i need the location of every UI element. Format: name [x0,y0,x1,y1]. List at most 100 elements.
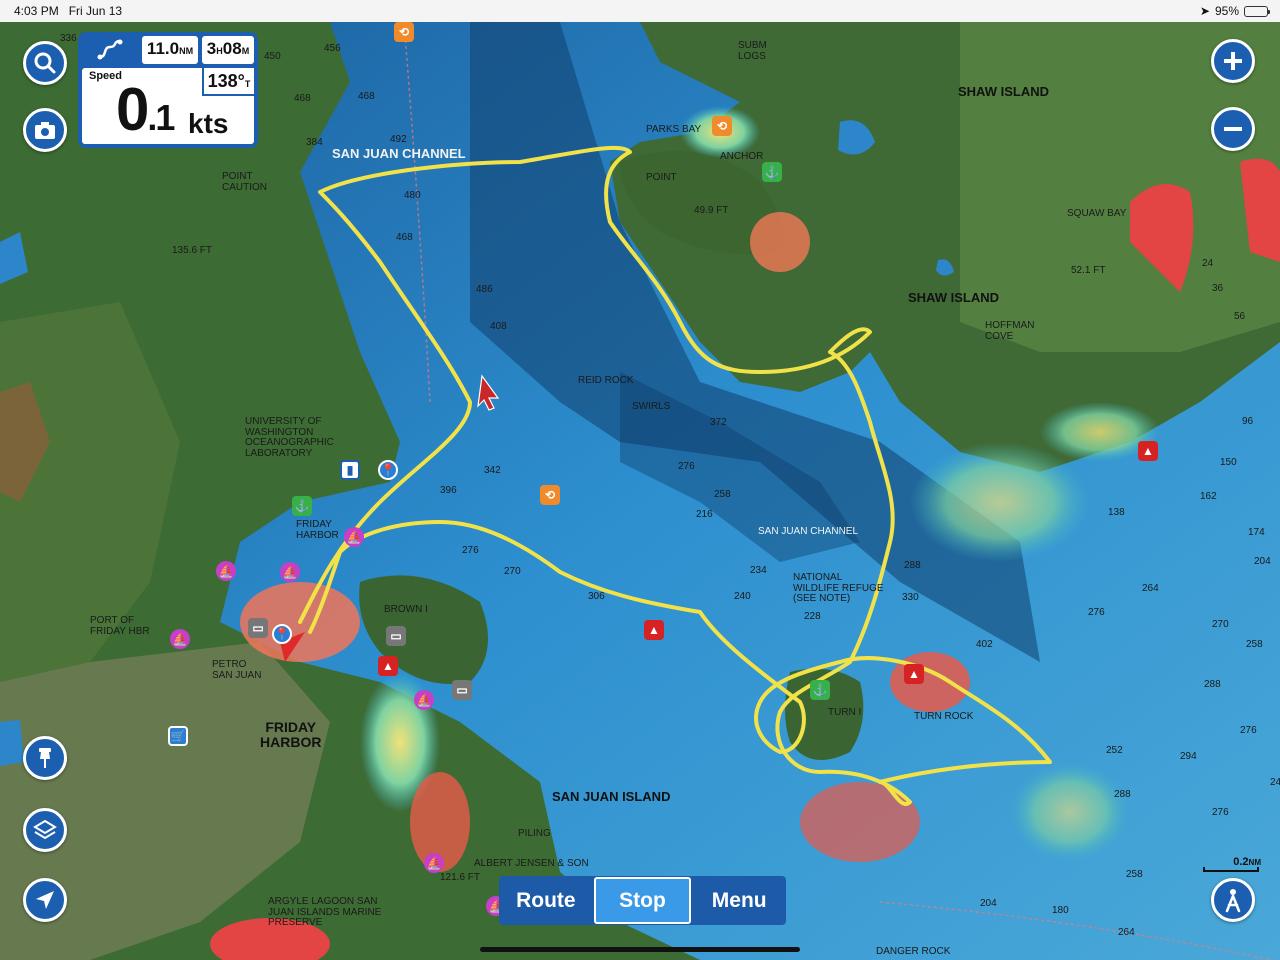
sailboat-icon[interactable]: ⛵ [280,562,300,582]
sailboat-icon[interactable]: ⛵ [344,527,364,547]
zoom-out-button[interactable] [1211,107,1255,151]
navigation-panel[interactable]: 11.0 NM 3 H 08 M Speed 0.1 kts 138° T [78,32,258,148]
shopping-cart-icon[interactable]: 🛒 [168,726,188,746]
label-petro: PETRO SAN JUAN [212,659,262,681]
course-readout: 138° T [202,68,254,96]
speed-value: 0.1 [116,80,175,140]
depth-sounding: 492 [390,134,407,145]
camera-button[interactable] [23,108,67,152]
sailboat-icon[interactable]: ⛵ [424,853,444,873]
depth-sounding: 486 [476,284,493,295]
depth-sounding: 24 [1202,258,1214,269]
depth-sounding: 276 [462,545,479,556]
sailboat-icon[interactable]: ⛵ [414,690,434,710]
speed-decimal: .1 [147,97,175,138]
chart-map[interactable]: SHAW ISLAND SHAW ISLAND SAN JUAN CHANNEL… [0,22,1280,960]
label-squaw-bay: SQUAW BAY [1067,208,1127,219]
depth-sounding: 468 [358,91,375,102]
nav-top-row: 11.0 NM 3 H 08 M [82,36,254,64]
hazard-icon[interactable]: ▲ [644,620,664,640]
label-elevation: 52.1 FT [1071,265,1106,276]
zoom-in-button[interactable] [1211,39,1255,83]
hazard-icon[interactable]: ▲ [904,664,924,684]
locate-button[interactable] [23,878,67,922]
route-icon [97,39,123,60]
depth-sounding: 456 [324,43,341,54]
layers-icon [33,819,57,840]
depth-sounding: 396 [440,485,457,496]
depth-sounding: 288 [904,560,921,571]
depth-sounding: 276 [1088,607,1105,618]
route-indicator [82,36,138,64]
depth-sounding: 276 [678,461,695,472]
depth-sounding: 276 [1212,807,1229,818]
depth-sounding: 270 [504,566,521,577]
depth-sounding: 450 [264,51,281,62]
hazard-icon[interactable]: ▲ [1138,441,1158,461]
waypoint-button[interactable] [23,736,67,780]
depth-sounding: 468 [396,232,413,243]
waypoint-pin-icon[interactable]: 📍 [378,460,398,480]
depth-sounding: 288 [1114,789,1131,800]
label-elevation: 49.9 FT [694,205,729,216]
orientation-button[interactable] [1211,878,1255,922]
label-argyle: ARGYLE LAGOON SAN JUAN ISLANDS MARINE PR… [268,896,382,928]
label-turn-rock: TURN ROCK [914,711,974,722]
label-elevation: 135.6 FT [172,245,213,256]
depth-sounding: 264 [1142,583,1159,594]
depth-sounding: 36 [1212,283,1224,294]
label-hoffman-cove: HOFFMAN COVE [985,320,1035,342]
label-anchor: ANCHOR [720,151,764,162]
depth-sounding: 246 [1270,777,1280,788]
anchorage-icon[interactable]: ⚓ [292,496,312,516]
menu-button[interactable]: Menu [692,876,786,925]
label-san-juan-island: SAN JUAN ISLAND [552,789,671,804]
depth-sounding: 384 [306,137,323,148]
waypoint-pin-icon[interactable]: 📍 [272,624,292,644]
label-friday-harbor-town: FRIDAY HARBOR [260,719,322,750]
eta-hours: 3 [206,39,217,58]
depth-sounding: 402 [976,639,993,650]
anchorage-icon[interactable]: ⚓ [762,162,782,182]
sailboat-icon[interactable]: ⛵ [216,561,236,581]
depth-sounding: 204 [1254,556,1271,567]
shallows [910,442,1090,562]
bottom-action-bar: Route Stop Menu [499,876,786,925]
location-arrow-icon [36,891,54,909]
eta-readout: 3 H 08 M [202,36,254,64]
marina-icon[interactable]: ⟲ [540,485,560,505]
comment-icon[interactable]: ▭ [248,618,268,638]
home-indicator[interactable] [480,947,800,952]
scale-line [1203,867,1259,872]
depth-sounding: 294 [1180,751,1197,762]
route-button[interactable]: Route [499,876,593,925]
eta-minutes-unit: M [241,46,250,56]
course-unit: T [244,79,251,89]
lake [0,720,24,766]
marina-icon[interactable]: ⟲ [394,22,414,42]
depth-sounding: 276 [1240,725,1257,736]
hazard-icon[interactable]: ▲ [378,656,398,676]
label-albert: ALBERT JENSEN & SON [474,858,589,869]
status-time: 4:03 PM [14,4,59,18]
marina-icon[interactable]: ⟲ [712,116,732,136]
anchorage-icon[interactable]: ⚓ [810,680,830,700]
distance-readout: 11.0 NM [142,36,198,64]
scale-unit: NM [1248,858,1261,867]
search-button[interactable] [23,41,67,85]
layers-button[interactable] [23,808,67,852]
comment-icon[interactable]: ▭ [386,626,406,646]
label-reid-rock: REID ROCK [578,375,634,386]
label-san-juan-channel-top: SAN JUAN CHANNEL [332,146,466,161]
stop-button[interactable]: Stop [593,877,692,924]
depth-sounding: 228 [804,611,821,622]
label-danger-rock: DANGER ROCK [876,946,951,957]
depth-sounding: 96 [1242,416,1254,427]
pin-icon [39,748,51,768]
comment-icon[interactable]: ▭ [452,680,472,700]
sailboat-icon[interactable]: ⛵ [170,629,190,649]
speed-int: 0 [116,76,149,143]
label-subm-logs: SUBM LOGS [738,40,767,62]
label-friday-harbor-water: FRIDAY HARBOR [296,519,339,541]
fuel-icon[interactable]: ▮ [340,460,360,480]
